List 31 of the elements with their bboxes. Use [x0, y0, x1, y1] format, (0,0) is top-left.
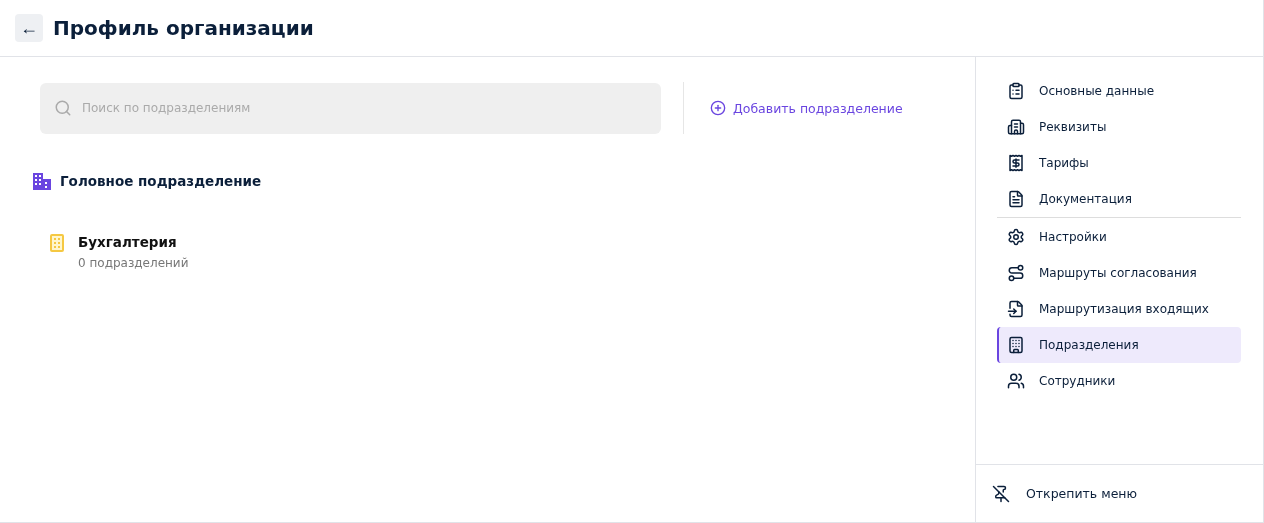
- menu-item[interactable]: Настройки: [997, 219, 1241, 255]
- building-icon: [50, 234, 64, 252]
- unpin-menu-button[interactable]: Открепить меню: [976, 464, 1263, 522]
- menu-item[interactable]: Реквизиты: [997, 109, 1241, 145]
- subdepartment-count: 0 подразделений: [78, 256, 189, 270]
- menu-icon: [1007, 118, 1025, 136]
- menu-item[interactable]: Документация: [997, 181, 1241, 217]
- back-button[interactable]: ←: [15, 14, 43, 42]
- search-icon: [54, 98, 72, 117]
- search-field[interactable]: Поиск по подразделениям: [40, 82, 661, 134]
- page-title: Профиль организации: [53, 16, 314, 40]
- pin-off-icon: [992, 484, 1010, 503]
- add-department-button[interactable]: Добавить подразделение: [710, 100, 903, 116]
- plus-circle-icon: [710, 100, 726, 116]
- menu-item[interactable]: Маршруты согласования: [997, 255, 1241, 291]
- menu-icon: [1007, 300, 1025, 318]
- menu-item[interactable]: Основные данные: [997, 73, 1241, 109]
- menu-item[interactable]: Сотрудники: [997, 363, 1241, 399]
- menu-item[interactable]: Подразделения: [997, 327, 1241, 363]
- menu-icon: [1007, 228, 1025, 246]
- department-name[interactable]: Бухгалтерия: [78, 234, 189, 250]
- menu-icon: [1007, 154, 1025, 172]
- menu-item[interactable]: Тарифы: [997, 145, 1241, 181]
- menu-icon: [1007, 82, 1025, 100]
- menu-icon: [1007, 264, 1025, 282]
- menu-item[interactable]: Маршрутизация входящих: [997, 291, 1241, 327]
- head-department-name[interactable]: Головное подразделение: [60, 173, 262, 189]
- office-building-icon: [32, 172, 52, 190]
- menu-icon: [1007, 372, 1025, 390]
- menu-icon: [1007, 336, 1025, 354]
- menu-icon: [1007, 190, 1025, 208]
